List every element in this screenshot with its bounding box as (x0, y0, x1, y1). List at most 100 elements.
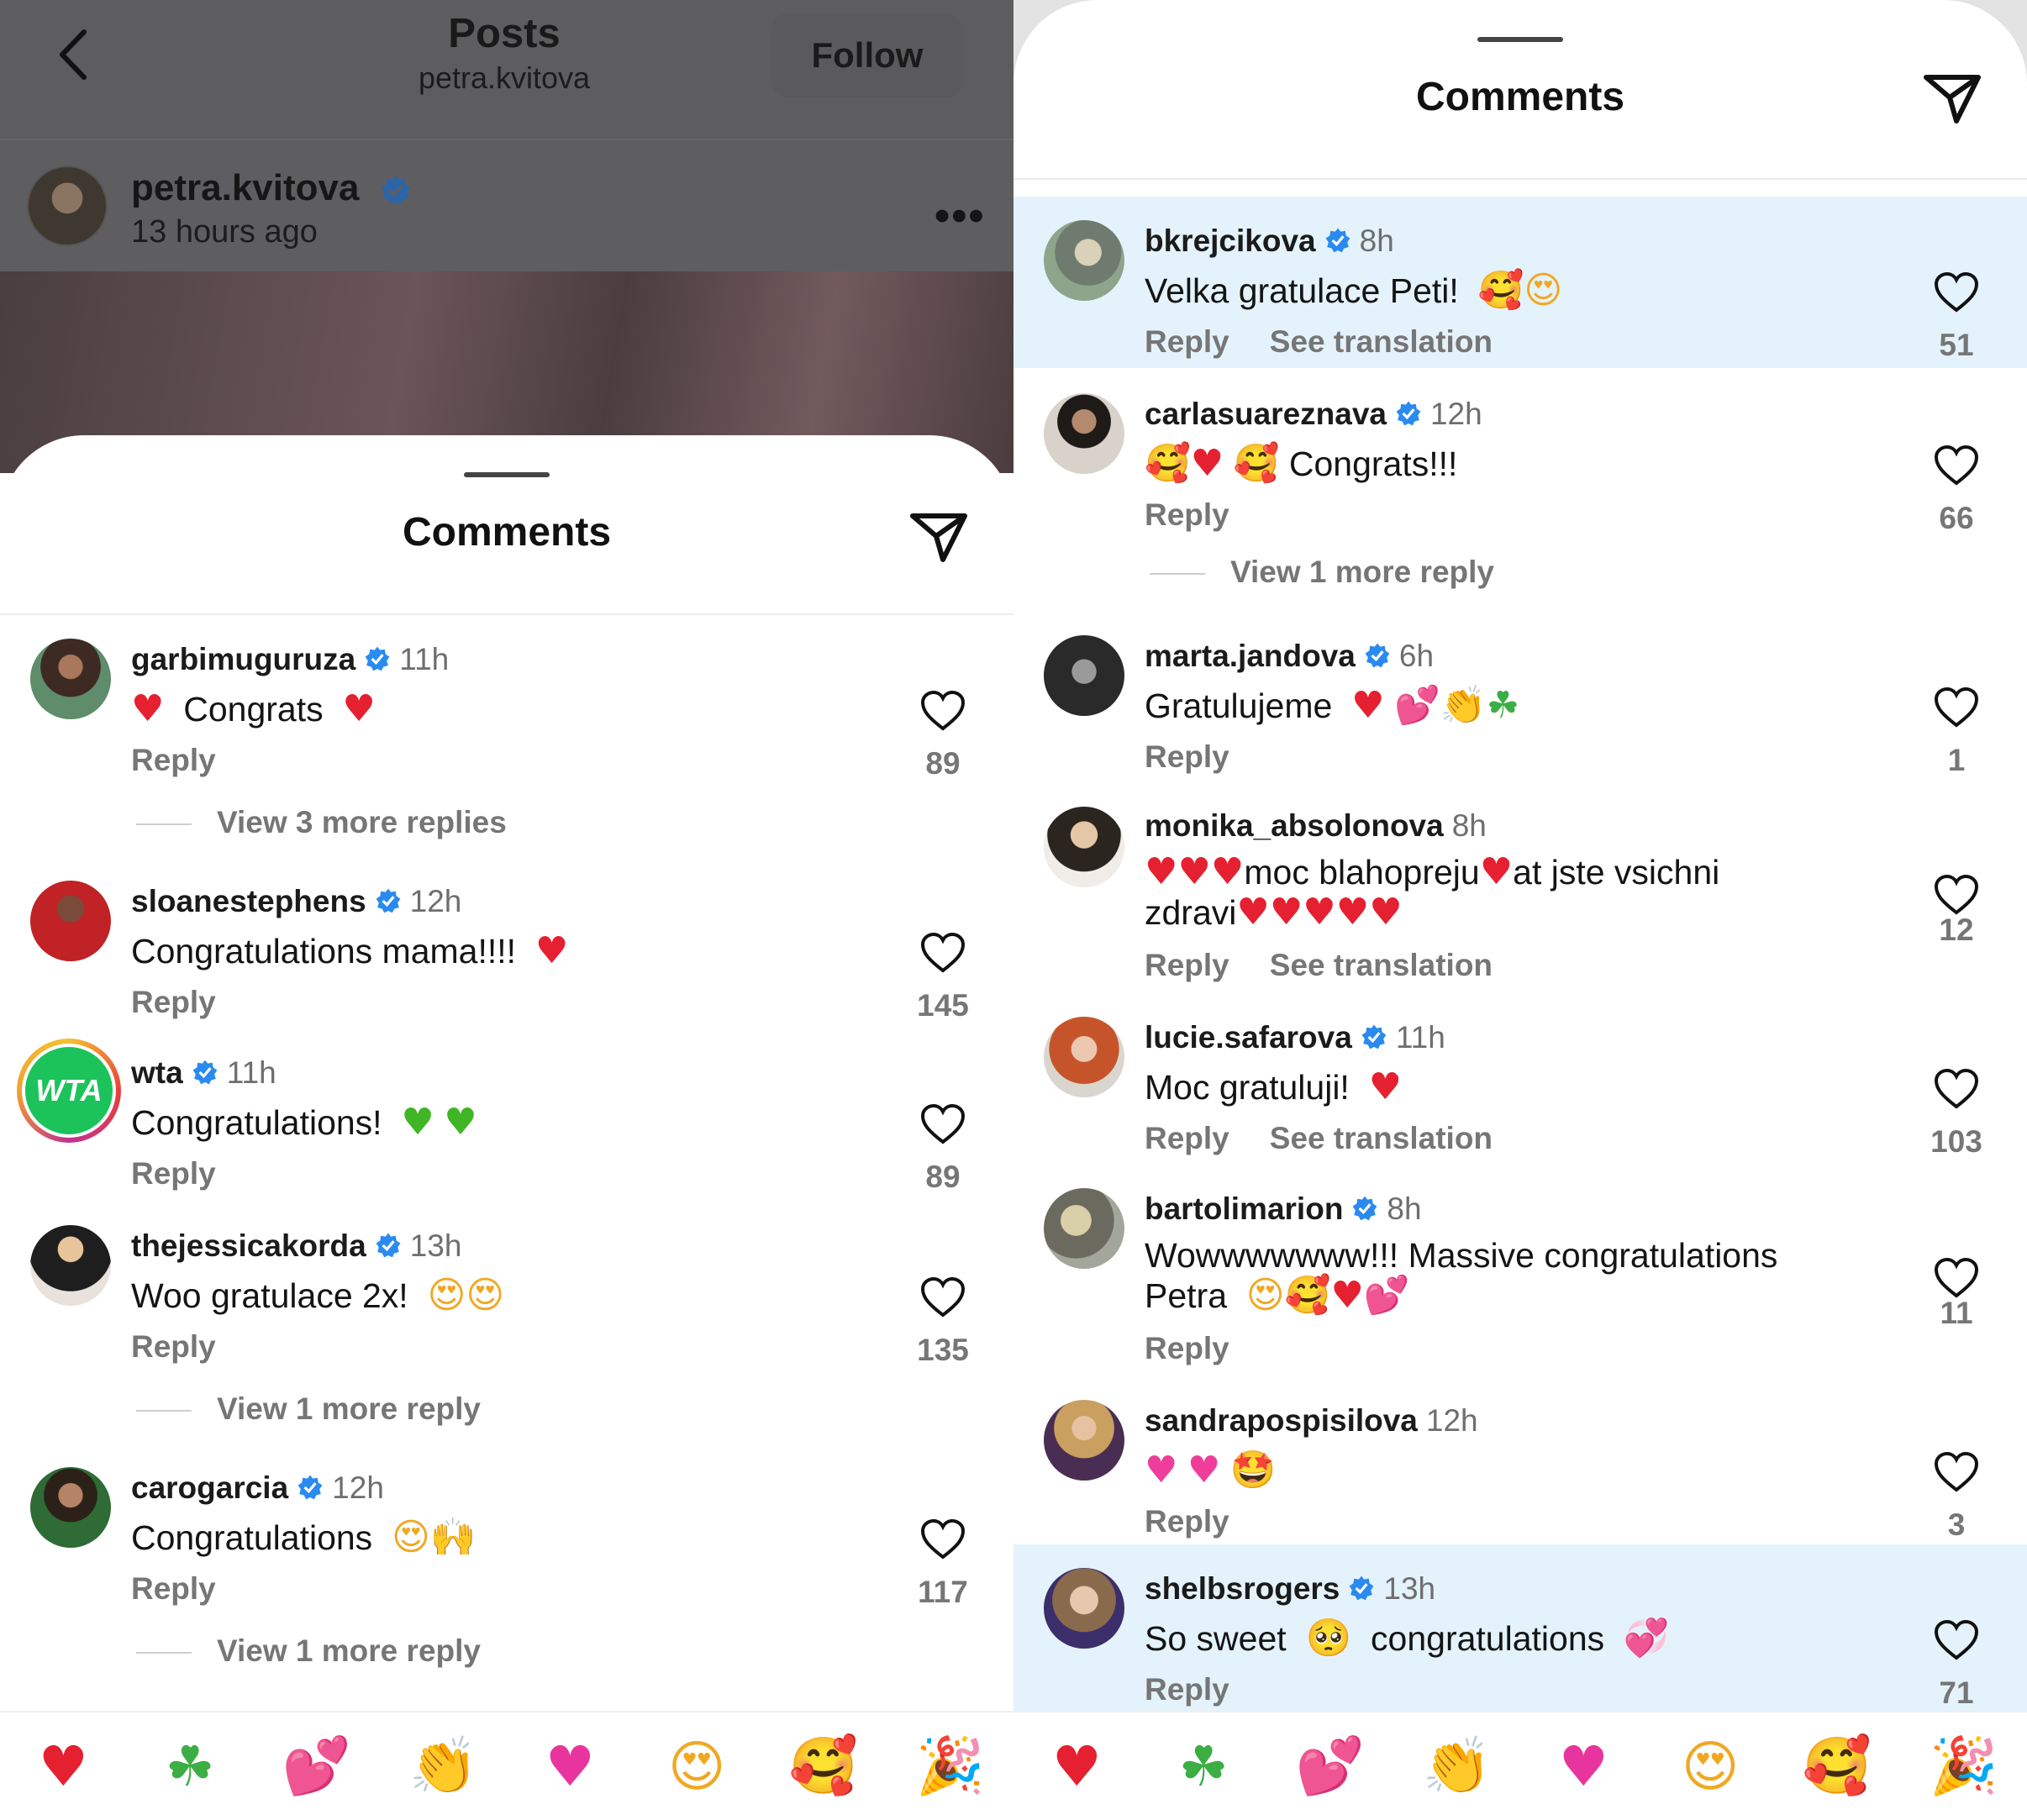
comment-author[interactable]: monika_absolonova 8h (1145, 808, 1487, 844)
comment-item: lucie.safarova 11h Moc gratuluji! ♥ Reply… (1014, 1015, 2027, 1180)
emoji-heart-button[interactable]: ♥ (21, 1734, 105, 1799)
author-username[interactable]: petra.kvitova (131, 167, 359, 208)
reply-button[interactable]: Reply (1145, 1121, 1229, 1155)
like-heart-icon[interactable] (920, 1518, 966, 1560)
comment-author[interactable]: thejessicakorda 13h (131, 1228, 461, 1264)
commenter-avatar[interactable] (30, 881, 111, 961)
comment-author[interactable]: carogarcia 12h (131, 1470, 384, 1506)
commenter-avatar[interactable]: WTA (17, 1039, 121, 1143)
emoji-clap-button[interactable]: 👏 (1415, 1733, 1499, 1799)
comment-actions: Reply (1145, 1331, 1229, 1366)
commenter-avatar[interactable] (1044, 220, 1124, 301)
commenter-avatar[interactable] (1044, 807, 1124, 887)
reply-button[interactable]: Reply (131, 985, 216, 1019)
comment-author[interactable]: garbimuguruza 11h (131, 642, 449, 677)
heart-emoji: ♥ (1330, 1274, 1364, 1317)
commenter-avatar[interactable] (30, 639, 111, 719)
emoji-two-hearts-button[interactable]: 💕 (1288, 1733, 1372, 1799)
like-count: 89 (925, 1160, 961, 1194)
emoji-two-hearts-button[interactable]: 💕 (275, 1733, 359, 1799)
reply-button[interactable]: Reply (1145, 1331, 1229, 1365)
comment-text: Velka gratulace Peti! 🥰😍 (1145, 269, 1563, 312)
reply-button[interactable]: Reply (1145, 948, 1229, 982)
like-heart-icon[interactable] (920, 1103, 966, 1145)
heart-emoji: ♥ (1369, 891, 1403, 934)
more-options-icon[interactable]: ••• (935, 191, 986, 241)
back-arrow-icon[interactable] (50, 25, 101, 84)
like-heart-icon[interactable] (1934, 1619, 1979, 1661)
like-heart-icon[interactable] (1934, 1257, 1979, 1299)
emoji-clap-button[interactable]: 👏 (402, 1733, 486, 1799)
comment-item: sandrapospisilova 12h ♥ ♥ 🤩 Reply 3 (1014, 1398, 2027, 1563)
sheet-drag-handle[interactable] (464, 472, 550, 477)
follow-button[interactable]: Follow (771, 13, 963, 97)
view-more-replies[interactable]: View 3 more replies (136, 805, 507, 840)
comment-author[interactable]: sloanestephens 12h (131, 884, 461, 919)
share-icon[interactable] (1923, 71, 1982, 124)
commenter-avatar[interactable] (1044, 393, 1124, 474)
author-avatar[interactable] (27, 166, 108, 246)
reply-button[interactable]: Reply (131, 743, 216, 777)
comment-author[interactable]: bkrejcikova 8h (1145, 224, 1394, 259)
view-more-replies[interactable]: View 1 more reply (136, 1391, 481, 1427)
sheet-drag-handle[interactable] (1477, 37, 1563, 42)
emoji-clover-button[interactable]: ☘ (148, 1734, 232, 1799)
reply-button[interactable]: Reply (1145, 1504, 1229, 1539)
comment-author[interactable]: wta 11h (131, 1055, 276, 1091)
see-translation-button[interactable]: See translation (1270, 948, 1493, 982)
like-heart-icon[interactable] (920, 1276, 966, 1318)
view-more-replies[interactable]: View 1 more reply (1150, 555, 1494, 590)
like-heart-icon[interactable] (1934, 444, 1979, 487)
comment-author[interactable]: sandrapospisilova 12h (1145, 1403, 1478, 1439)
commenter-avatar[interactable] (1044, 1400, 1124, 1481)
comment-author[interactable]: bartolimarion 8h (1145, 1191, 1422, 1227)
comment-author[interactable]: marta.jandova 6h (1145, 639, 1434, 674)
author-name[interactable]: petra.kvitova (131, 167, 412, 209)
like-heart-icon[interactable] (1934, 1451, 1979, 1493)
verified-badge-icon (1361, 1024, 1387, 1049)
smiling-hearts-emoji: 🥰 (1145, 442, 1191, 485)
emoji-heart-button[interactable]: ♥ (1035, 1734, 1119, 1799)
see-translation-button[interactable]: See translation (1270, 1121, 1493, 1155)
emoji-heart-eyes-button[interactable]: 😍 (1668, 1734, 1752, 1799)
reply-button[interactable]: Reply (1145, 497, 1229, 532)
commenter-avatar[interactable] (30, 1467, 111, 1548)
emoji-party-button[interactable]: 🎉 (1922, 1733, 2006, 1799)
reply-button[interactable]: Reply (1145, 324, 1229, 359)
comment-author[interactable]: shelbsrogers 13h (1145, 1571, 1435, 1607)
commenter-avatar[interactable] (1044, 635, 1124, 716)
reply-button[interactable]: Reply (131, 1329, 216, 1364)
comment-actions: Reply (131, 1329, 216, 1365)
comment-text: Woo gratulace 2x! 😍😍 (131, 1274, 505, 1317)
like-heart-icon[interactable] (920, 932, 966, 974)
emoji-smiling-hearts-button[interactable]: 🥰 (1795, 1733, 1879, 1799)
comment-actions: Reply (131, 1571, 216, 1607)
emoji-party-button[interactable]: 🎉 (908, 1733, 992, 1799)
share-icon[interactable] (909, 509, 968, 563)
emoji-pink-heart-button[interactable]: ♥ (528, 1734, 612, 1799)
reply-button[interactable]: Reply (1145, 1672, 1229, 1707)
reply-button[interactable]: Reply (1145, 739, 1229, 774)
commenter-avatar[interactable] (1044, 1568, 1124, 1649)
commenter-avatar[interactable] (1044, 1017, 1124, 1097)
like-heart-icon[interactable] (1934, 686, 1979, 729)
like-heart-icon[interactable] (1934, 1068, 1979, 1110)
emoji-heart-eyes-button[interactable]: 😍 (655, 1734, 739, 1799)
like-heart-icon[interactable] (1934, 271, 1979, 313)
view-more-replies[interactable]: View 1 more reply (136, 1633, 481, 1669)
emoji-smiling-hearts-button[interactable]: 🥰 (782, 1733, 866, 1799)
reply-button[interactable]: Reply (131, 1156, 216, 1191)
commenter-avatar[interactable] (1044, 1188, 1124, 1269)
comment-actions: Reply See translation (1145, 1121, 1493, 1156)
like-heart-icon[interactable] (1934, 874, 1979, 916)
reply-button[interactable]: Reply (131, 1571, 216, 1606)
heart-eyes-emoji: 😍 (391, 1516, 430, 1559)
emoji-pink-heart-button[interactable]: ♥ (1541, 1734, 1625, 1799)
emoji-clover-button[interactable]: ☘ (1161, 1734, 1245, 1799)
see-translation-button[interactable]: See translation (1270, 324, 1493, 359)
like-heart-icon[interactable] (920, 690, 966, 732)
heart-emoji: ♥ (131, 687, 165, 730)
comment-author[interactable]: lucie.safarova 11h (1145, 1020, 1445, 1055)
commenter-avatar[interactable] (30, 1225, 111, 1306)
comment-author[interactable]: carlasuareznava 12h (1145, 397, 1482, 432)
